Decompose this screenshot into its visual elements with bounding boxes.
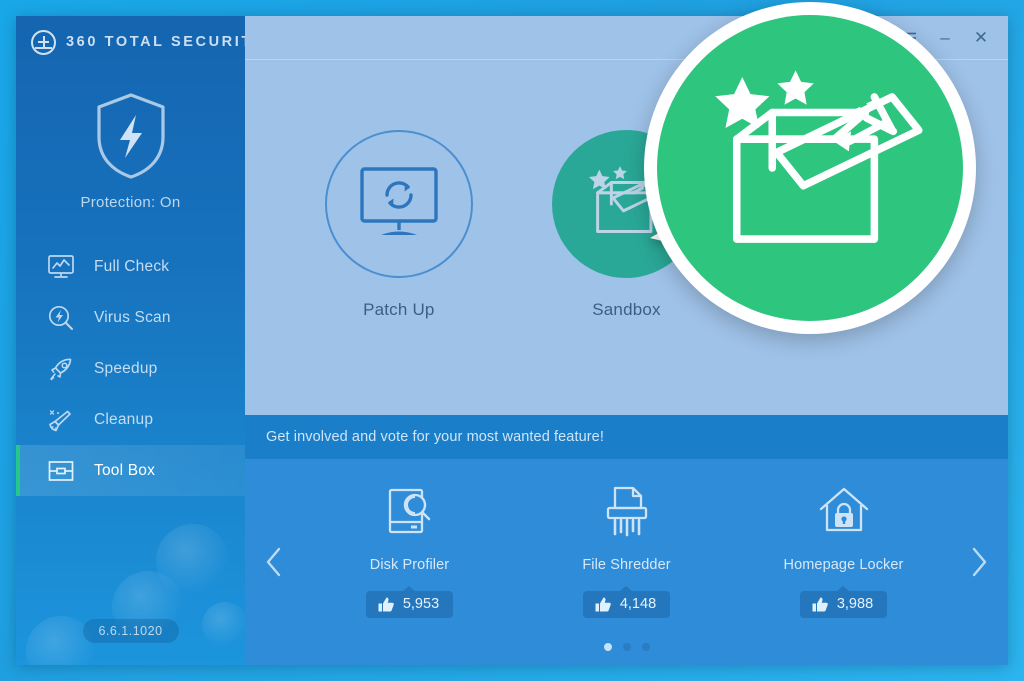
sidebar-item-label: Virus Scan (94, 308, 171, 326)
minimize-button[interactable]: – (936, 29, 954, 47)
main-panel: – ✕ Patch Up Sandbox Get involved and vo… (245, 16, 1008, 665)
vote-card-name: Homepage Locker (783, 557, 904, 573)
vote-banner-text: Get involved and vote for your most want… (266, 429, 604, 445)
vote-count: 3,988 (836, 596, 874, 612)
featured-tool-sandbox[interactable]: Sandbox (526, 130, 726, 320)
app-logo-icon (31, 29, 56, 55)
sandbox-box-icon (589, 166, 671, 233)
protection-shield: Protection: On (16, 90, 245, 211)
vote-count: 5,953 (402, 596, 440, 612)
sidebar-item-label: Full Check (94, 257, 170, 275)
vote-cards-row: Disk Profiler 5,953 File Shredder 4,148 … (301, 481, 952, 618)
brand-name: 360 TOTAL SECURITY (66, 34, 245, 50)
brand-header: 360 TOTAL SECURITY (16, 16, 245, 68)
sidebar-item-virus-scan[interactable]: Virus Scan (16, 292, 245, 343)
pagination-dot[interactable] (641, 643, 650, 651)
rocket-icon (46, 354, 76, 384)
chevron-right-icon (972, 547, 987, 577)
sidebar-nav: Full Check Virus Scan Speedup Cleanup To… (16, 241, 245, 496)
vote-card-disk-profiler[interactable]: Disk Profiler 5,953 (310, 481, 510, 618)
sidebar: 360 TOTAL SECURITY Protection: On (16, 16, 245, 665)
toolbox-icon (46, 456, 76, 486)
shredder-icon (599, 481, 655, 543)
featured-tool-label: Sandbox (592, 300, 661, 319)
version-badge: 6.6.1.1020 (82, 619, 179, 643)
thumbs-up-icon (378, 597, 394, 611)
sidebar-item-speedup[interactable]: Speedup (16, 343, 245, 394)
shield-bolt-icon (96, 93, 165, 179)
close-button[interactable]: ✕ (972, 29, 990, 47)
vote-count-pill[interactable]: 3,988 (799, 591, 888, 618)
vote-card-homepage-locker[interactable]: Homepage Locker 3,988 (744, 481, 944, 618)
hamburger-menu-icon[interactable] (900, 29, 918, 47)
decorative-bubble (156, 524, 230, 598)
vote-card-file-shredder[interactable]: File Shredder 4,148 (527, 481, 727, 618)
sidebar-item-cleanup[interactable]: Cleanup (16, 394, 245, 445)
account-avatar-icon[interactable] (816, 25, 840, 50)
chevron-left-icon (266, 547, 281, 577)
sidebar-item-label: Speedup (94, 359, 158, 377)
app-window: 360 TOTAL SECURITY Protection: On (16, 16, 1008, 665)
sidebar-item-label: Tool Box (94, 461, 156, 479)
monitor-refresh-icon (360, 167, 438, 235)
featured-tools-row: Patch Up Sandbox (245, 60, 1008, 415)
protection-status-label: Protection: On (80, 194, 181, 211)
vote-card-name: Disk Profiler (369, 557, 450, 573)
disk-magnifier-icon (382, 481, 438, 543)
carousel-prev-button[interactable] (257, 539, 291, 585)
tshirt-icon[interactable] (858, 25, 882, 50)
featured-tool-label: Patch Up (363, 300, 435, 319)
vote-carousel: Disk Profiler 5,953 File Shredder 4,148 … (245, 459, 1008, 665)
decorative-bubble (202, 602, 245, 648)
pagination-dot[interactable] (622, 643, 631, 651)
vote-card-name: File Shredder (582, 557, 671, 573)
featured-tool-patch-up[interactable]: Patch Up (299, 130, 499, 320)
sidebar-item-full-check[interactable]: Full Check (16, 241, 245, 292)
pagination-dot[interactable] (603, 643, 612, 651)
vote-banner: Get involved and vote for your most want… (245, 415, 1008, 459)
thumbs-up-icon (812, 597, 828, 611)
sidebar-item-label: Cleanup (94, 410, 154, 428)
house-lock-icon (816, 481, 872, 543)
vote-count: 4,148 (619, 596, 657, 612)
vote-count-pill[interactable]: 4,148 (582, 591, 671, 618)
magnifier-bolt-icon (46, 303, 76, 333)
carousel-pagination (245, 643, 1008, 651)
vote-count-pill[interactable]: 5,953 (365, 591, 454, 618)
carousel-next-button[interactable] (962, 539, 996, 585)
window-titlebar: – ✕ (245, 16, 1008, 59)
thumbs-up-icon (595, 597, 611, 611)
patch-up-circle (324, 130, 473, 278)
sandbox-circle (552, 130, 701, 278)
broom-icon (46, 405, 76, 435)
monitor-chart-icon (46, 252, 76, 282)
sidebar-item-tool-box[interactable]: Tool Box (16, 445, 245, 496)
